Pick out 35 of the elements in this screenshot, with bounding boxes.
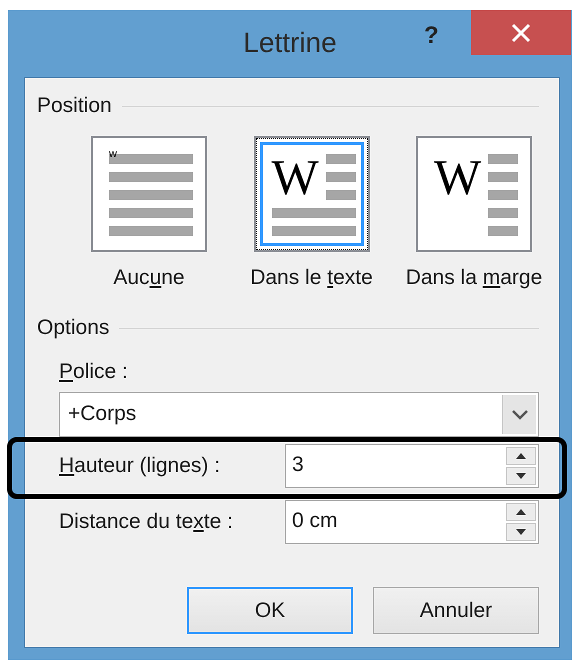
spin-up-button[interactable] xyxy=(506,447,536,465)
dropdown-button[interactable] xyxy=(502,395,536,434)
dialog-button[interactable]: Annuler xyxy=(373,587,539,634)
close-button[interactable] xyxy=(471,10,571,55)
drop-cap-letter: W xyxy=(434,152,482,202)
triangle-up-icon xyxy=(516,509,526,515)
font-dropdown[interactable]: +Corps xyxy=(59,392,539,437)
spin-down-button[interactable] xyxy=(506,467,536,485)
field-label: Hauteur (lignes) : xyxy=(59,454,222,478)
position-option[interactable]: w xyxy=(91,136,207,252)
position-option[interactable]: W xyxy=(416,136,532,252)
option-label: Aucune xyxy=(113,266,185,290)
text-lines-icon xyxy=(488,154,518,236)
triangle-down-icon xyxy=(516,529,526,535)
option-label: Dans la marge xyxy=(406,266,542,290)
dialog-button[interactable]: OK xyxy=(187,587,353,634)
close-icon xyxy=(510,22,532,44)
help-button[interactable]: ? xyxy=(424,22,439,50)
drop-cap-letter: w xyxy=(109,149,117,160)
spin-up-button[interactable] xyxy=(506,503,536,521)
triangle-down-icon xyxy=(516,473,526,479)
section-heading: Options xyxy=(37,316,110,340)
chevron-down-icon xyxy=(512,410,528,420)
field-label: Distance du texte : xyxy=(59,510,234,534)
triangle-up-icon xyxy=(516,453,526,459)
drop-cap-letter: W xyxy=(272,152,319,202)
text-lines-icon xyxy=(272,154,356,236)
section-heading: Position xyxy=(37,94,112,118)
window-title: Lettrine xyxy=(243,27,337,59)
option-label: Dans le texte xyxy=(250,266,373,290)
position-option[interactable]: W xyxy=(254,136,370,252)
spin-down-button[interactable] xyxy=(506,523,536,541)
spin-field[interactable]: 0 cm xyxy=(285,500,539,544)
field-label: Police : xyxy=(59,360,129,384)
spin-field[interactable]: 3 xyxy=(285,444,539,488)
